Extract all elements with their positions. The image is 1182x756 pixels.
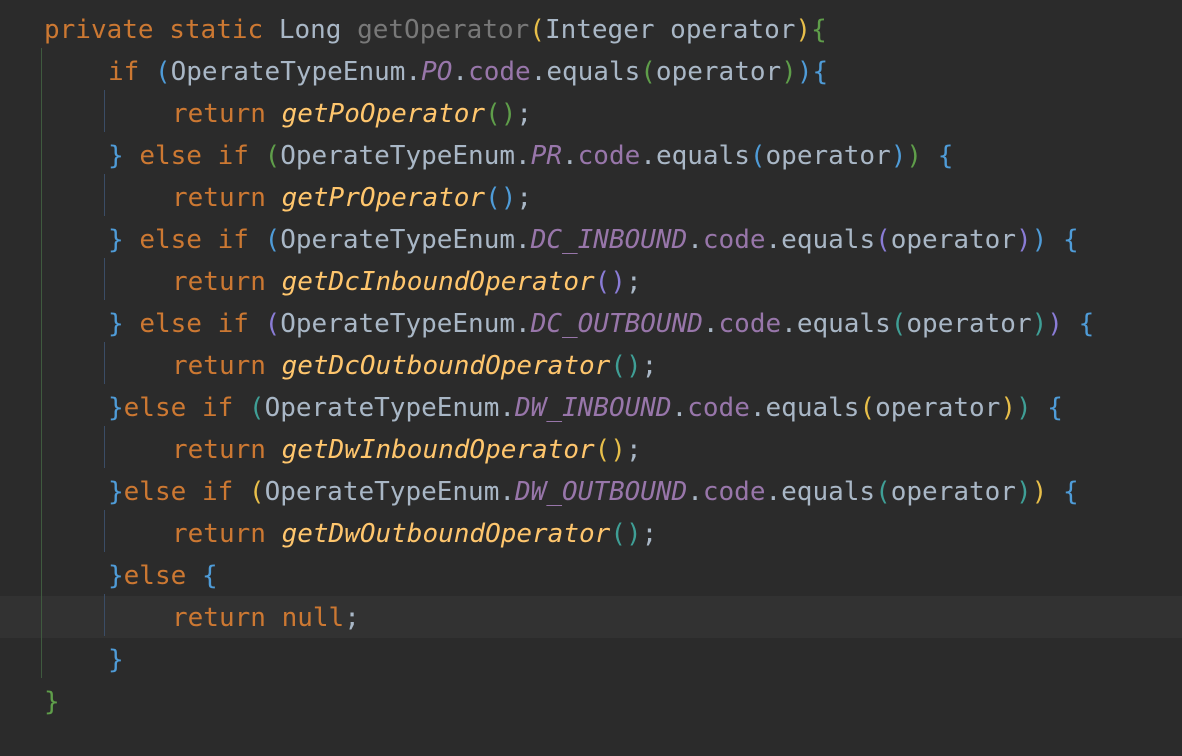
method-call: getDwInboundOperator — [281, 435, 595, 465]
keyword: if — [217, 141, 249, 171]
keyword: return — [172, 603, 266, 633]
argument: operator — [655, 57, 782, 87]
keyword: if — [108, 57, 140, 87]
code-line-return: return getDwOutboundOperator(); — [172, 519, 658, 549]
keyword: return — [172, 99, 266, 129]
code-line-return: return getPrOperator(); — [172, 183, 533, 213]
enum-constant: PO — [421, 57, 453, 87]
keyword: else — [123, 477, 187, 507]
keyword: if — [217, 309, 249, 339]
method-equals: equals — [655, 141, 750, 171]
field-code: code — [468, 57, 531, 87]
code-line-else-if-dc-outbound: } else if (OperateTypeEnum.DC_OUTBOUND.c… — [108, 309, 1095, 339]
code-line-return: return getDwInboundOperator(); — [172, 435, 642, 465]
keyword: else — [139, 225, 202, 255]
indent-guide-outer — [41, 48, 42, 678]
param-name: operator — [670, 15, 796, 45]
code-block: private static Long getOperator(Integer … — [44, 9, 1094, 723]
method-equals: equals — [546, 57, 641, 87]
code-line-if-po: if (OperateTypeEnum.PO.code.equals(opera… — [108, 57, 829, 87]
keyword: return — [172, 351, 266, 381]
keyword: if — [201, 393, 234, 423]
enum-constant: DW_INBOUND — [515, 393, 672, 423]
keyword-null: null — [281, 603, 345, 633]
enum-constant: PR — [530, 141, 562, 171]
method-equals: equals — [781, 477, 876, 507]
enum-class: OperateTypeEnum — [280, 309, 516, 339]
code-line-return: return getPoOperator(); — [172, 99, 533, 129]
return-type: Long — [278, 15, 342, 45]
field-code: code — [702, 225, 766, 255]
enum-constant: DC_OUTBOUND — [530, 309, 703, 339]
code-line-else-if-dc-inbound: } else if (OperateTypeEnum.DC_INBOUND.co… — [108, 225, 1079, 255]
method-call: getPoOperator — [281, 99, 486, 129]
code-line-else-if-dw-outbound: }else if (OperateTypeEnum.DW_OUTBOUND.co… — [108, 477, 1079, 507]
method-call: getDwOutboundOperator — [281, 519, 611, 549]
keyword: if — [217, 225, 249, 255]
code-line-else: }else { — [108, 561, 218, 591]
enum-class: OperateTypeEnum — [280, 141, 516, 171]
enum-class: OperateTypeEnum — [264, 477, 500, 507]
param-type: Integer — [544, 15, 655, 45]
field-code: code — [577, 141, 641, 171]
keyword: else — [139, 309, 202, 339]
field-code: code — [718, 309, 782, 339]
method-call: getPrOperator — [281, 183, 486, 213]
keyword: else — [123, 561, 187, 591]
code-line-else-if-dw-inbound: }else if (OperateTypeEnum.DW_INBOUND.cod… — [108, 393, 1063, 423]
keyword: return — [172, 267, 266, 297]
keyword: return — [172, 435, 266, 465]
keyword: return — [172, 183, 266, 213]
code-line-method-signature: private static Long getOperator(Integer … — [44, 15, 827, 45]
code-line-return-null[interactable]: return null; — [44, 597, 1094, 639]
enum-class: OperateTypeEnum — [170, 57, 406, 87]
method-equals: equals — [765, 393, 860, 423]
enum-class: OperateTypeEnum — [264, 393, 500, 423]
code-editor[interactable]: private static Long getOperator(Integer … — [0, 0, 1182, 756]
keyword: static — [169, 15, 264, 45]
code-line-close-else: } — [108, 645, 124, 675]
keyword: return — [172, 519, 266, 549]
method-equals: equals — [796, 309, 891, 339]
keyword: private — [44, 15, 154, 45]
method-equals: equals — [781, 225, 876, 255]
enum-constant: DW_OUTBOUND — [515, 477, 688, 507]
argument: operator — [906, 309, 1032, 339]
enum-class: OperateTypeEnum — [280, 225, 516, 255]
argument: operator — [765, 141, 891, 171]
code-line-return: return getDcOutboundOperator(); — [172, 351, 658, 381]
keyword: if — [201, 477, 234, 507]
argument: operator — [890, 477, 1016, 507]
argument: operator — [890, 225, 1016, 255]
enum-constant: DC_INBOUND — [530, 225, 688, 255]
method-name: getOperator — [357, 15, 530, 45]
field-code: code — [687, 393, 750, 423]
keyword: else — [123, 393, 187, 423]
code-line-return: return getDcInboundOperator(); — [172, 267, 642, 297]
field-code: code — [702, 477, 766, 507]
code-line-close-method: } — [44, 687, 60, 717]
argument: operator — [875, 393, 1001, 423]
method-call: getDcInboundOperator — [281, 267, 595, 297]
code-line-else-if-pr: } else if (OperateTypeEnum.PR.code.equal… — [108, 141, 954, 171]
keyword: else — [139, 141, 202, 171]
method-call: getDcOutboundOperator — [281, 351, 611, 381]
